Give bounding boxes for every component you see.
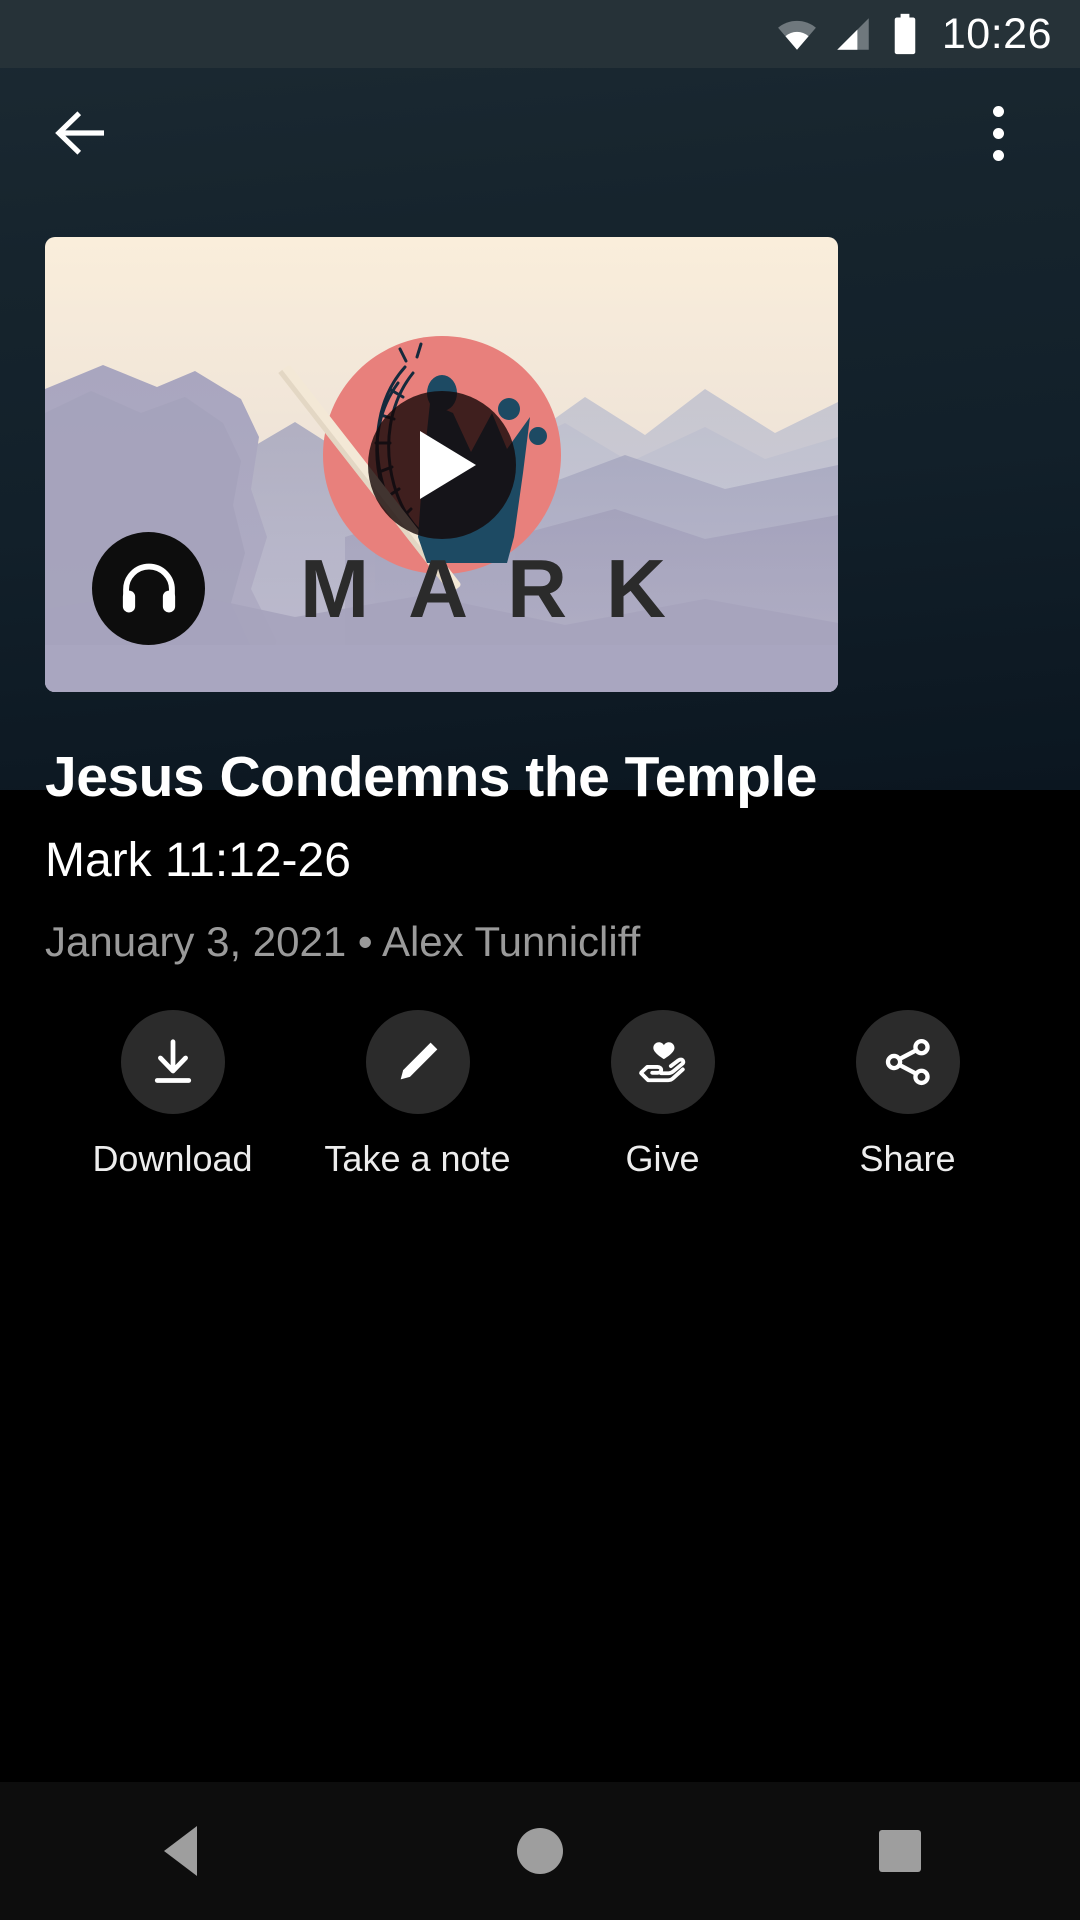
share-button-circle	[855, 1010, 960, 1114]
nav-recents-button[interactable]	[825, 1782, 975, 1920]
android-navigation-bar	[0, 1782, 1080, 1920]
scripture-reference: Mark 11:12-26	[45, 833, 351, 887]
take-a-note-button-circle	[365, 1010, 470, 1114]
more-vertical-icon-dot-2	[992, 127, 1004, 139]
play-icon	[419, 430, 476, 499]
give-button[interactable]: Give	[540, 1010, 785, 1177]
headphones-icon	[122, 563, 175, 612]
take-a-note-button[interactable]: Take a note	[295, 1010, 540, 1177]
download-button-label: Download	[92, 1138, 253, 1179]
overflow-menu-button[interactable]	[960, 95, 1036, 171]
date-and-speaker: January 3, 2021 • Alex Tunnicliff	[45, 917, 641, 965]
audio-available-badge	[92, 532, 205, 645]
cellular-signal-icon	[837, 18, 869, 50]
take-a-note-button-label: Take a note	[324, 1138, 511, 1179]
pencil-icon	[400, 1042, 437, 1080]
hand-heart-icon	[638, 1042, 685, 1083]
status-bar: 10:26	[0, 0, 1080, 68]
sermon-thumbnail[interactable]: MARK	[45, 237, 838, 692]
more-vertical-icon-dot-1	[992, 105, 1004, 117]
sermon-details: Jesus Condemns the Temple Mark 11:12-26 …	[0, 692, 1080, 967]
share-button[interactable]: Share	[785, 1010, 1030, 1177]
download-button-circle	[120, 1010, 225, 1114]
wifi-icon	[777, 20, 816, 50]
share-icon	[885, 1038, 930, 1086]
download-button[interactable]: Download	[50, 1010, 295, 1177]
battery-icon	[894, 13, 916, 55]
nav-recents-square-icon	[879, 1830, 921, 1872]
series-title-overlay: MARK	[300, 542, 705, 635]
arrow-back-icon	[55, 111, 104, 155]
share-button-label: Share	[859, 1138, 956, 1179]
status-bar-clock: 10:26	[941, 9, 1052, 58]
page-title: Jesus Condemns the Temple	[45, 745, 817, 809]
download-icon	[154, 1039, 191, 1083]
app-screen: 10:26 MARK Jesus Condemns the Temple Mar…	[0, 0, 1080, 1920]
nav-home-button[interactable]	[465, 1782, 615, 1920]
give-button-circle	[610, 1010, 715, 1114]
nav-home-circle-icon	[517, 1828, 563, 1874]
nav-back-button[interactable]	[105, 1782, 255, 1920]
action-bar: Download Take a note Give Share	[0, 1010, 1080, 1177]
app-bar	[0, 68, 1080, 198]
more-vertical-icon-dot-3	[992, 149, 1004, 161]
play-button[interactable]	[367, 390, 516, 539]
give-button-label: Give	[625, 1138, 700, 1179]
nav-back-triangle-icon	[163, 1826, 197, 1876]
back-button[interactable]	[44, 95, 120, 171]
